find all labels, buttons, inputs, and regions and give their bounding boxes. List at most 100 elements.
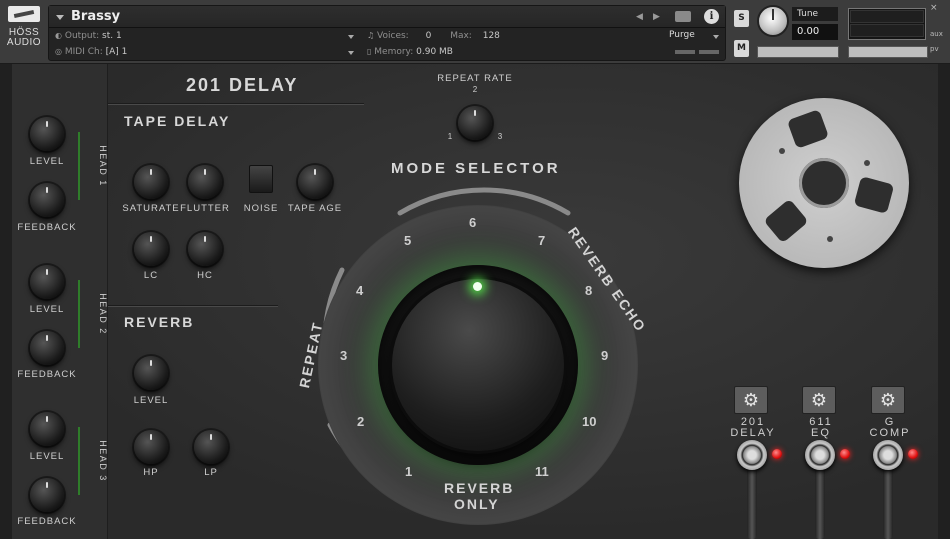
head3-feedback-knob[interactable]: [30, 478, 64, 512]
tune-label: Tune: [792, 7, 838, 21]
head2-feedback-label: FEEDBACK: [17, 369, 77, 380]
hc-knob[interactable]: [188, 232, 222, 266]
saturate-label: SATURATE: [122, 203, 180, 214]
head1-level-knob[interactable]: [30, 117, 64, 151]
head1-level-label: LEVEL: [29, 156, 65, 167]
tune-knob[interactable]: [757, 5, 789, 37]
instrument-name[interactable]: Brassy: [71, 9, 120, 24]
flutter-label: FLUTTER: [180, 203, 230, 214]
solo-button[interactable]: S: [734, 10, 749, 27]
tune-value[interactable]: 0.00: [792, 24, 838, 40]
eq-settings-button[interactable]: ⚙: [802, 386, 836, 414]
reel-window-2: [853, 176, 895, 214]
gear-icon: ⚙: [810, 390, 828, 411]
mode-10[interactable]: 10: [582, 414, 596, 429]
delay-settings-button[interactable]: ⚙: [734, 386, 768, 414]
head2-tag: HEAD 2: [78, 280, 108, 348]
comp-settings-button[interactable]: ⚙: [871, 386, 905, 414]
hp-label: HP: [143, 467, 159, 478]
head2-level-label: LEVEL: [29, 304, 65, 315]
next-preset-icon[interactable]: ▶: [653, 12, 660, 22]
fx1-led: [772, 449, 782, 459]
reel-window-3: [763, 198, 809, 244]
head1-feedback-label: FEEDBACK: [17, 222, 77, 233]
close-icon[interactable]: ×: [930, 3, 938, 13]
instrument-menu-icon[interactable]: [56, 15, 64, 20]
output-dropdown-icon[interactable]: [348, 35, 354, 39]
midi-channel-field[interactable]: ◎ MIDI Ch: [A] 1: [55, 47, 127, 57]
head2-feedback-knob[interactable]: [30, 331, 64, 365]
fx3-jack[interactable]: [873, 440, 903, 470]
repeat-rate-knob[interactable]: [458, 106, 492, 140]
fx3-label-2: COMP: [869, 427, 911, 439]
lc-knob[interactable]: [134, 232, 168, 266]
volume-slider[interactable]: [848, 46, 928, 58]
voices-field: ♫ Voices: 0 Max: 128: [367, 31, 500, 41]
title-divider: [108, 103, 364, 104]
reverb-title: REVERB: [124, 314, 195, 330]
left-border: [0, 64, 12, 539]
camera-icon[interactable]: [675, 11, 691, 22]
repeat-rate-pos-2: 2: [472, 85, 478, 94]
output-icon: ◐: [55, 31, 62, 40]
reel-window-1: [786, 109, 830, 149]
fx3-led: [908, 449, 918, 459]
saturate-knob[interactable]: [134, 165, 168, 199]
lc-label: LC: [143, 270, 159, 281]
lp-label: LP: [204, 467, 218, 478]
flutter-knob[interactable]: [188, 165, 222, 199]
mode-7[interactable]: 7: [538, 233, 545, 248]
reverb-level-knob[interactable]: [134, 356, 168, 390]
aux-button[interactable]: aux: [930, 30, 943, 38]
fx2-cable: [815, 460, 825, 539]
mode-8[interactable]: 8: [585, 283, 592, 298]
noise-toggle[interactable]: [249, 165, 273, 193]
right-border: [938, 64, 950, 539]
gear-icon: ⚙: [879, 390, 897, 411]
wrench-icon[interactable]: [8, 6, 40, 22]
prev-preset-icon[interactable]: ◀: [636, 12, 643, 22]
mute-button[interactable]: M: [734, 40, 749, 57]
head2-level-knob[interactable]: [30, 265, 64, 299]
head3-level-knob[interactable]: [30, 412, 64, 446]
kontakt-header: HÖSS AUDIO Brassy ◀ ▶ i ◐ Output: st. 1 …: [0, 0, 950, 64]
tape-age-label: TAPE AGE: [287, 203, 343, 214]
head1-feedback-knob[interactable]: [30, 183, 64, 217]
fx2-jack[interactable]: [805, 440, 835, 470]
plugin-title: 201 DELAY: [186, 75, 299, 95]
mode-4[interactable]: 4: [356, 283, 363, 298]
pan-slider[interactable]: [757, 46, 839, 58]
tape-age-knob[interactable]: [298, 165, 332, 199]
fx3-cable: [883, 460, 893, 539]
mode-5[interactable]: 5: [404, 233, 411, 248]
logo-line-2: AUDIO: [6, 37, 42, 48]
noise-label: NOISE: [243, 203, 279, 214]
gear-icon: ⚙: [742, 390, 760, 411]
purge-dropdown-icon[interactable]: [713, 35, 719, 39]
mode-11[interactable]: 11: [535, 464, 549, 479]
voices-icon: ♫: [367, 31, 375, 40]
hoss-audio-logo[interactable]: HÖSS AUDIO: [6, 6, 42, 58]
mode-3[interactable]: 3: [340, 348, 347, 363]
reel-hub: [799, 158, 849, 208]
reverb-only-label-2: ONLY: [454, 496, 500, 512]
mode-selector-title: MODE SELECTOR: [391, 160, 561, 177]
mode-selector-knob[interactable]: [392, 279, 564, 451]
tape-delay-title: TAPE DELAY: [124, 113, 231, 129]
reverb-only-label-1: REVERB: [444, 480, 515, 496]
hc-label: HC: [197, 270, 213, 281]
mode-9[interactable]: 9: [601, 348, 608, 363]
fx1-jack[interactable]: [737, 440, 767, 470]
mode-6[interactable]: 6: [469, 215, 476, 230]
memory-field: ▯ Memory: 0.90 MB: [367, 47, 453, 57]
midi-icon: ◎: [55, 47, 62, 56]
hp-knob[interactable]: [134, 430, 168, 464]
info-icon[interactable]: i: [704, 9, 719, 24]
lp-knob[interactable]: [194, 430, 228, 464]
pv-button[interactable]: pv: [930, 45, 939, 53]
output-field[interactable]: ◐ Output: st. 1: [55, 31, 122, 41]
midi-dropdown-icon[interactable]: [348, 51, 354, 55]
mode-1[interactable]: 1: [405, 464, 412, 479]
head3-level-label: LEVEL: [29, 451, 65, 462]
mode-2[interactable]: 2: [357, 414, 364, 429]
